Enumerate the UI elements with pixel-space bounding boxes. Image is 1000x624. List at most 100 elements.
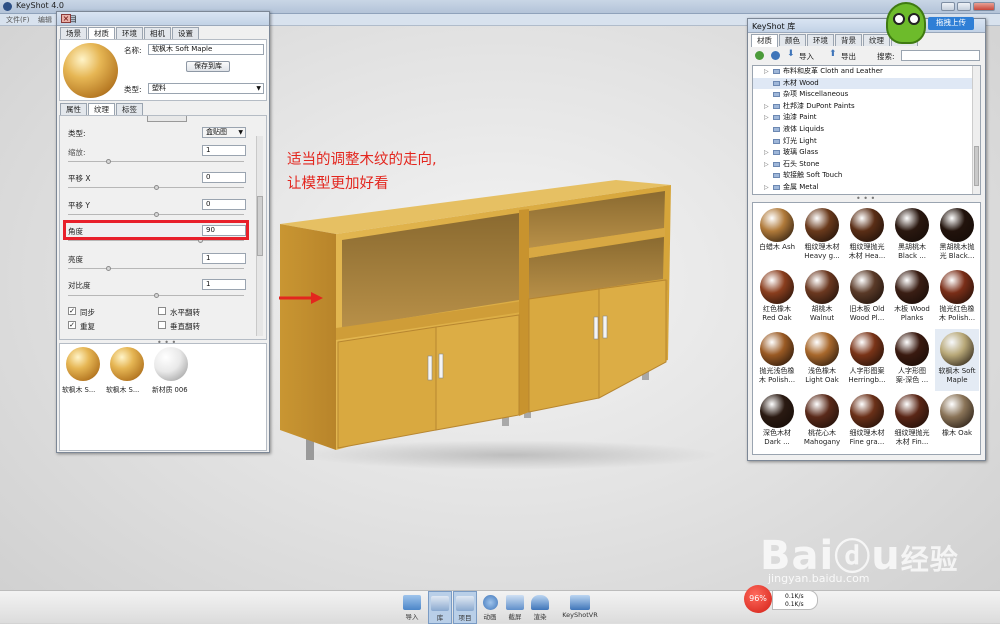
expand-arrow-icon[interactable]: ▷ [764,112,769,123]
texture-scroll-tab[interactable] [147,116,187,122]
import-icon[interactable]: ⬇ [787,49,795,59]
tree-item[interactable]: ▷ 布料和皮革 Cloth and Leather [753,66,980,78]
material-item[interactable]: 粗纹理木材 Heavy g... [800,205,844,267]
material-item[interactable]: 抛光浅色橡木 Polish... [755,329,799,391]
tree-item[interactable]: ▷ 金属 Metal [753,182,980,194]
library-tool-button[interactable]: 库 [428,591,452,624]
material-item[interactable]: 人字形图案 Herringb... [845,329,889,391]
speed-ball[interactable]: 96% [744,585,772,613]
expand-arrow-icon[interactable]: ▷ [764,147,769,158]
import-tool-button[interactable]: 导入 [400,591,424,624]
tab-camera[interactable]: 相机 [144,27,171,39]
slider-knob[interactable] [154,293,159,298]
slider-knob[interactable] [154,185,159,190]
flip-horizontal-checkbox[interactable] [158,307,166,315]
material-item[interactable]: 橡木 Oak [935,391,979,453]
tree-item[interactable]: 灯光 Light [753,136,980,148]
project-tool-button[interactable]: 项目 [453,591,477,624]
texture-type-select[interactable]: 盒贴图 ▼ [202,127,246,138]
maximize-button[interactable] [957,2,971,11]
material-item[interactable]: 白蜡木 Ash [755,205,799,267]
material-item[interactable]: 桃花心木 Mahogany [800,391,844,453]
tab-environments[interactable]: 环境 [807,34,834,46]
material-item[interactable]: 木板 Wood Planks [890,267,934,329]
export-icon[interactable]: ⬆ [829,49,837,59]
tree-item[interactable]: ▷ 玻璃 Glass [753,147,980,159]
menu-file[interactable]: 文件(F) [6,15,30,25]
expand-arrow-icon[interactable]: ▷ [764,66,769,77]
translate-y-input[interactable]: 0 [202,199,246,210]
material-item[interactable]: 黑胡桃木 Black ... [890,205,934,267]
thumb-sphere[interactable] [110,347,144,381]
refresh-icon[interactable] [771,51,780,60]
sync-checkbox[interactable]: ✓ [68,307,76,315]
tree-item[interactable]: 液体 Liquids [753,124,980,136]
translate-x-input[interactable]: 0 [202,172,246,183]
expand-arrow-icon[interactable]: ▷ [764,182,769,193]
add-icon[interactable] [755,51,764,60]
material-item[interactable]: 旧木板 Old Wood Pl... [845,267,889,329]
slider-knob[interactable] [106,159,111,164]
tab-colors[interactable]: 颜色 [779,34,806,46]
upload-button[interactable]: 拖拽上传 [928,17,974,30]
tab-materials[interactable]: 材质 [751,34,778,47]
scale-input[interactable]: 1 [202,145,246,156]
slider-knob[interactable] [106,266,111,271]
import-label[interactable]: 导入 [799,51,814,62]
animation-tool-button[interactable]: 动画 [478,591,502,624]
close-button[interactable] [973,2,995,11]
slider-knob[interactable] [154,212,159,217]
brightness-input[interactable]: 1 [202,253,246,264]
scale-slider[interactable] [68,159,244,164]
tree-item[interactable]: ▷ 杜邦漆 DuPont Paints [753,101,980,113]
tree-item[interactable]: ▷ 油漆 Paint [753,112,980,124]
screenshot-tool-button[interactable]: 截屏 [503,591,527,624]
material-item[interactable]: 浅色橡木 Light Oak [800,329,844,391]
project-close-button[interactable]: × [61,14,71,23]
scrollbar-thumb[interactable] [974,146,979,186]
tab-environment[interactable]: 环境 [116,27,143,39]
material-item[interactable]: 细纹理抛光 木材 Fin... [890,391,934,453]
material-item[interactable]: 深色木材 Dark ... [755,391,799,453]
material-item[interactable]: 细纹理木材 Fine gra... [845,391,889,453]
minimize-button[interactable] [941,2,955,11]
thumb-sphere[interactable] [66,347,100,381]
material-type-select[interactable]: 塑料 ▼ [148,83,264,94]
expand-arrow-icon[interactable]: ▷ [764,101,769,112]
tab-backgrounds[interactable]: 背景 [835,34,862,46]
material-item[interactable]: 人字形图 案-深色 ... [890,329,934,391]
translate-y-slider[interactable] [68,212,244,217]
material-item[interactable]: 软枫木 Soft Maple [935,329,979,391]
tree-item[interactable]: 软接触 Soft Touch [753,170,980,182]
contrast-slider[interactable] [68,293,244,298]
translate-x-slider[interactable] [68,185,244,190]
menu-edit[interactable]: 编辑 [38,15,52,25]
save-to-library-button[interactable]: 保存到库 [186,61,230,72]
material-item[interactable]: 黑胡桃木抛光 Black... [935,205,979,267]
search-input[interactable] [901,50,980,61]
flip-vertical-checkbox[interactable] [158,321,166,329]
material-name-field[interactable]: 软枫木 Soft Maple [148,44,264,55]
material-item[interactable]: 红色橡木 Red Oak [755,267,799,329]
material-item[interactable]: 抛光红色橡木 Polish... [935,267,979,329]
render-tool-button[interactable]: 渲染 [528,591,552,624]
tab-labels[interactable]: 标签 [116,103,143,115]
tab-textures[interactable]: 纹理 [863,34,890,46]
contrast-input[interactable]: 1 [202,279,246,290]
tree-item[interactable]: ▷ 石头 Stone [753,159,980,171]
tree-item[interactable]: 杂项 Miscellaneous [753,89,980,101]
material-item[interactable]: 胡桃木 Walnut [800,267,844,329]
keyshotvr-tool-button[interactable]: KeyShotVR [558,591,602,624]
angle-slider[interactable] [68,238,244,243]
repeat-checkbox[interactable]: ✓ [68,321,76,329]
texture-scrollbar[interactable] [256,136,263,336]
tab-settings[interactable]: 设置 [172,27,199,39]
material-item[interactable]: 粗纹理抛光 木材 Hea... [845,205,889,267]
expand-arrow-icon[interactable]: ▷ [764,159,769,170]
thumb-sphere[interactable] [154,347,188,381]
tree-scrollbar[interactable] [972,66,980,194]
scrollbar-thumb[interactable] [257,196,263,256]
tab-scene[interactable]: 场景 [60,27,87,39]
tree-item[interactable]: 木材 Wood [753,77,980,90]
brightness-slider[interactable] [68,266,244,271]
